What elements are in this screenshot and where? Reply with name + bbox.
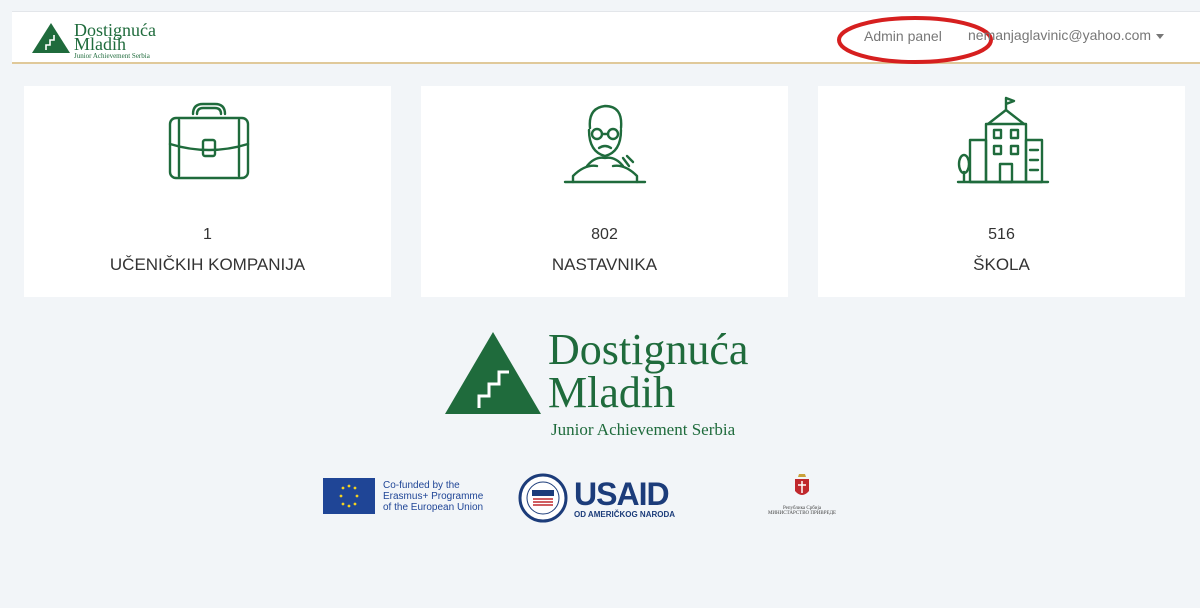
usaid-logo: USAID OD AMERIČKOG NARODA [518,473,675,523]
erasmus-text: Co-funded by the Erasmus+ Programme of t… [383,479,484,513]
stat-label: ŠKOLA [973,255,1030,274]
ministry-logo: Република Србија МИНИСТАРСТВО ПРИВРЕДЕ [756,473,848,516]
admin-panel-link[interactable]: Admin panel [864,28,942,44]
logo-line-3: Junior Achievement Serbia [551,420,736,439]
user-menu-dropdown[interactable]: nemanjaglavinic@yahoo.com [968,27,1165,43]
logo-line-1: Dostignuća [548,325,749,374]
ministry-line-2: МИНИСТАРСТВО ПРИВРЕДЕ [767,511,837,516]
logo-line-2: Mladih [548,368,676,417]
briefcase-icon [168,102,249,180]
brand-line-3: Junior Achievement Serbia [74,52,150,60]
serbia-coat-of-arms-icon [795,474,809,495]
usaid-subtitle: OD AMERIČKOG NARODA [574,509,676,519]
eu-flag-icon [323,478,375,514]
stat-label: UČENIČKIH KOMPANIJA [109,255,306,274]
usaid-name: USAID [574,475,670,512]
caret-down-icon [1156,33,1165,39]
junior-achievement-logo: Dostignuća Mladih Junior Achievement Ser… [445,325,775,440]
stat-card-schools[interactable]: 516 ŠKOLA [818,86,1185,297]
stat-card-teachers[interactable]: 802 NASTAVNIKA [421,86,788,297]
brand-triangle-icon [32,23,70,53]
erasmus-logo: Co-funded by the Erasmus+ Programme of t… [323,478,483,514]
stat-value: 516 [988,226,1015,243]
stat-label: NASTAVNIKA [551,255,658,274]
teacher-icon [563,104,646,184]
brand-logo[interactable]: Dostignuća Mladih Junior Achievement Ser… [32,18,182,60]
school-icon [956,96,1049,184]
stat-value: 1 [203,226,212,243]
stat-card-companies[interactable]: 1 UČENIČKIH KOMPANIJA [24,86,391,297]
logo-triangle-icon [445,332,541,414]
user-email: nemanjaglavinic@yahoo.com [968,27,1152,43]
brand-line-2: Mladih [74,34,126,54]
stat-value: 802 [591,226,618,243]
usaid-seal-icon [518,473,568,523]
top-navbar: Dostignuća Mladih Junior Achievement Ser… [12,11,1200,64]
